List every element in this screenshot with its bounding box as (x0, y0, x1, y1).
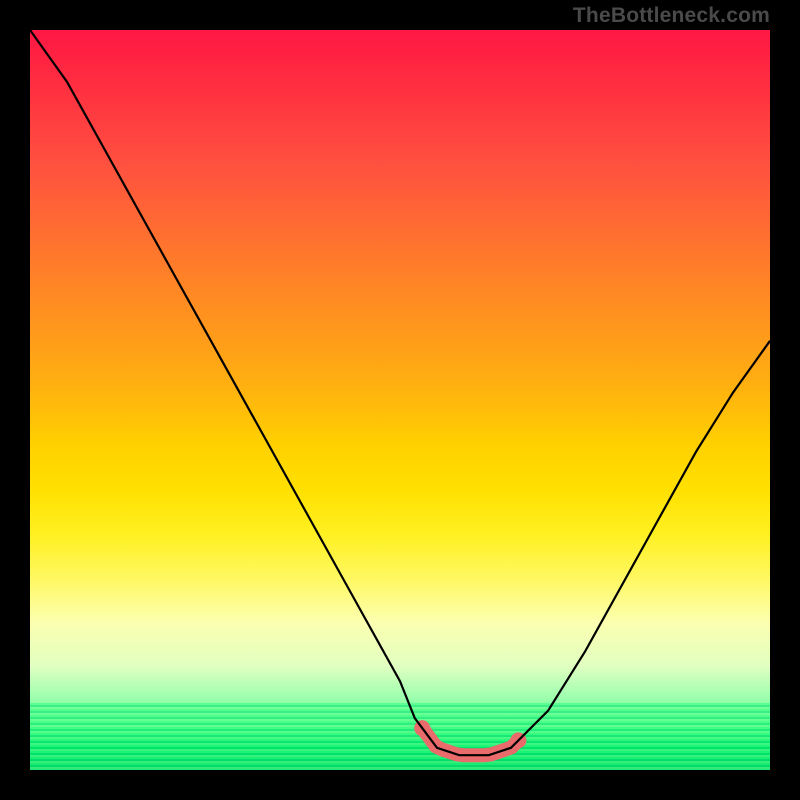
bottleneck-curve-line (30, 30, 770, 755)
optimal-zone-highlight (414, 720, 526, 755)
bottleneck-chart: TheBottleneck.com (0, 0, 800, 800)
watermark-text: TheBottleneck.com (573, 4, 770, 28)
curve-layer (30, 30, 770, 770)
plot-area (30, 30, 770, 770)
